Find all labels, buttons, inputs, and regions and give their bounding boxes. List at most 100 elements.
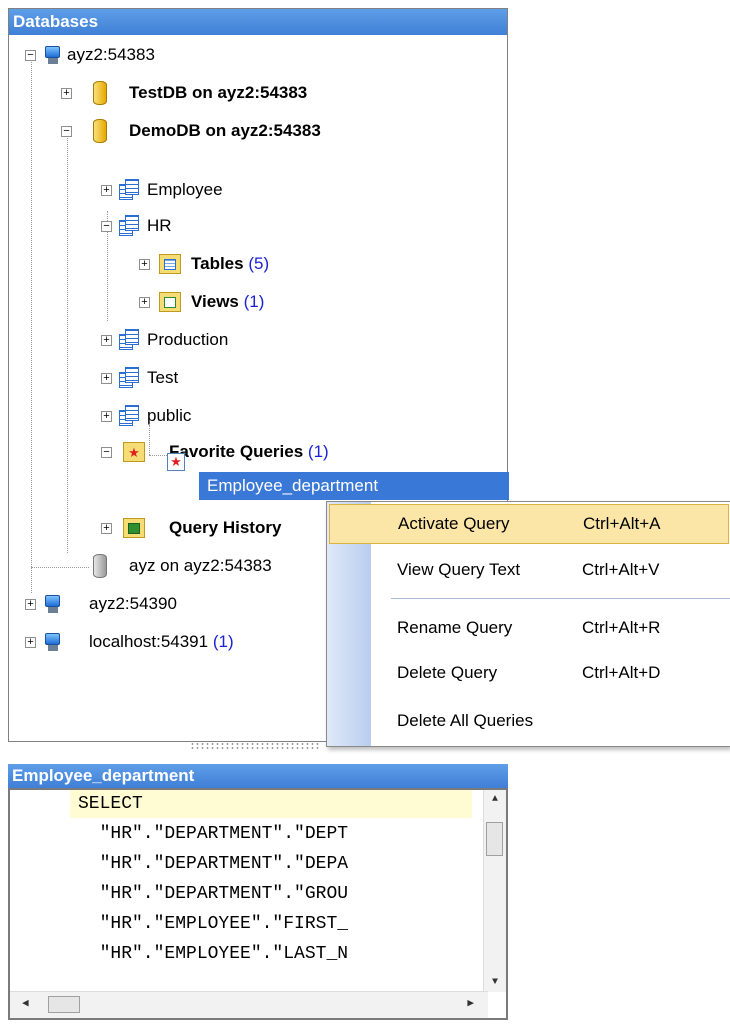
menu-item-rename-query[interactable]: Rename Query Ctrl+Alt+R bbox=[329, 608, 729, 648]
menu-item-delete-query[interactable]: Delete Query Ctrl+Alt+D bbox=[329, 653, 729, 693]
expand-icon[interactable]: + bbox=[139, 259, 150, 270]
horizontal-scrollbar[interactable]: ◀ ▶ bbox=[10, 991, 488, 1018]
tree-node-count: (1) bbox=[307, 442, 329, 461]
server-icon bbox=[43, 44, 61, 66]
expand-icon[interactable]: + bbox=[139, 297, 150, 308]
schema-icon bbox=[119, 179, 141, 201]
sql-line: "HR"."DEPARTMENT"."DEPT bbox=[78, 824, 349, 844]
sql-line: SELECT bbox=[78, 794, 143, 814]
menu-item-shortcut: Ctrl+Alt+V bbox=[582, 560, 660, 579]
tree-node-server-ayz2-54383[interactable]: − ayz2:54383 bbox=[9, 40, 409, 70]
database-icon bbox=[93, 119, 107, 143]
favorites-folder-icon: ★ bbox=[123, 442, 145, 462]
menu-item-label: Delete All Queries bbox=[397, 711, 534, 730]
tree-node-label: Views bbox=[191, 292, 239, 311]
tree-node-label: Tables bbox=[191, 254, 244, 273]
database-icon bbox=[93, 81, 107, 105]
tree-node-views[interactable]: + Views (1) bbox=[9, 287, 409, 317]
sql-text-panel: Employee_department SELECT "HR"."DEPARTM… bbox=[8, 764, 508, 1025]
sql-line: "HR"."EMPLOYEE"."LAST_N bbox=[78, 944, 349, 964]
menu-item-shortcut: Ctrl+Alt+R bbox=[582, 618, 661, 637]
expand-icon[interactable]: + bbox=[61, 88, 72, 99]
tree-node-testdb[interactable]: + TestDB on ayz2:54383 bbox=[9, 78, 409, 108]
tree-node-server-localhost-54391[interactable]: + localhost:54391 (1) bbox=[9, 627, 329, 657]
panel-splitter-handle[interactable] bbox=[190, 742, 320, 750]
tree-node-schema-production[interactable]: + Production bbox=[9, 325, 409, 355]
scroll-right-arrow-icon[interactable]: ▶ bbox=[467, 996, 474, 1010]
menu-item-label: View Query Text bbox=[397, 560, 521, 579]
tree-node-label: Test bbox=[147, 368, 179, 387]
tree-node-count: (1) bbox=[243, 292, 265, 311]
tree-node-label: ayz2:54383 bbox=[67, 45, 155, 64]
menu-item-shortcut: Ctrl+Alt+D bbox=[582, 663, 661, 682]
tree-node-label: HR bbox=[147, 216, 172, 235]
tree-node-ayz-db[interactable]: ayz on ayz2:54383 bbox=[9, 551, 329, 581]
schema-icon bbox=[119, 329, 141, 351]
tree-node-schema-test[interactable]: + Test bbox=[9, 363, 409, 393]
tree-node-label: public bbox=[147, 406, 192, 425]
tree-node-label: TestDB on ayz2:54383 bbox=[129, 83, 308, 102]
expand-icon[interactable]: + bbox=[101, 373, 112, 384]
tree-node-tables[interactable]: + Tables (5) bbox=[9, 249, 409, 279]
scroll-left-arrow-icon[interactable]: ◀ bbox=[22, 996, 29, 1010]
tree-node-label: ayz2:54390 bbox=[89, 594, 177, 613]
expand-icon[interactable]: + bbox=[101, 411, 112, 422]
tree-node-demodb[interactable]: − DemoDB on ayz2:54383 bbox=[9, 116, 409, 146]
sql-line: "HR"."DEPARTMENT"."GROU bbox=[78, 884, 349, 904]
views-folder-icon bbox=[159, 292, 181, 312]
collapse-icon[interactable]: − bbox=[101, 447, 112, 458]
tree-node-label: DemoDB on ayz2:54383 bbox=[129, 121, 321, 140]
tree-node-label: Employee_department bbox=[207, 476, 379, 495]
vertical-scrollbar[interactable]: ▲ ▼ bbox=[483, 790, 506, 992]
vertical-scroll-thumb[interactable] bbox=[486, 822, 503, 856]
expand-icon[interactable]: + bbox=[101, 335, 112, 346]
scroll-down-arrow-icon[interactable]: ▼ bbox=[484, 977, 506, 988]
sql-editor[interactable]: SELECT "HR"."DEPARTMENT"."DEPT "HR"."DEP… bbox=[8, 788, 508, 1020]
tree-node-label: localhost:54391 bbox=[89, 632, 209, 651]
favorite-query-icon: ★ bbox=[167, 453, 185, 471]
menu-item-label: Delete Query bbox=[397, 663, 498, 682]
schema-icon bbox=[119, 405, 141, 427]
horizontal-scroll-thumb[interactable] bbox=[48, 996, 80, 1013]
history-folder-icon bbox=[123, 518, 145, 538]
tree-node-label: Employee bbox=[147, 180, 223, 199]
schema-icon bbox=[119, 215, 141, 237]
sql-line: "HR"."DEPARTMENT"."DEPA bbox=[78, 854, 349, 874]
expand-icon[interactable]: + bbox=[101, 185, 112, 196]
expand-icon[interactable]: + bbox=[25, 599, 36, 610]
tree-node-schema-employee[interactable]: + Employee bbox=[9, 175, 409, 205]
tree-node-label: ayz on ayz2:54383 bbox=[129, 556, 272, 575]
server-icon bbox=[43, 593, 61, 615]
menu-item-view-query-text[interactable]: View Query Text Ctrl+Alt+V bbox=[329, 550, 729, 590]
menu-item-label: Activate Query bbox=[398, 514, 510, 533]
expand-icon[interactable]: + bbox=[101, 523, 112, 534]
schema-icon bbox=[119, 367, 141, 389]
menu-item-activate-query[interactable]: Activate Query Ctrl+Alt+A bbox=[329, 504, 729, 544]
tree-node-count: (1) bbox=[212, 632, 234, 651]
tree-node-server-ayz2-54390[interactable]: + ayz2:54390 bbox=[9, 589, 329, 619]
tree-node-employee-department[interactable]: Employee_department bbox=[199, 472, 509, 500]
tree-node-label: Favorite Queries bbox=[169, 442, 304, 461]
scroll-up-arrow-icon[interactable]: ▲ bbox=[484, 794, 506, 805]
sql-panel-title: Employee_department bbox=[8, 764, 508, 788]
expand-icon[interactable]: + bbox=[25, 637, 36, 648]
menu-item-delete-all-queries[interactable]: Delete All Queries bbox=[329, 701, 729, 741]
menu-item-label: Rename Query bbox=[397, 618, 513, 637]
tree-node-count: (5) bbox=[248, 254, 270, 273]
tables-folder-icon bbox=[159, 254, 181, 274]
context-menu: Activate Query Ctrl+Alt+A View Query Tex… bbox=[326, 501, 730, 747]
tree-node-schema-hr[interactable]: − HR bbox=[9, 211, 409, 241]
database-offline-icon bbox=[93, 554, 107, 578]
sql-line: "HR"."EMPLOYEE"."FIRST_ bbox=[78, 914, 349, 934]
tree-node-favorite-queries[interactable]: − ★ Favorite Queries (1) bbox=[9, 437, 409, 467]
collapse-icon[interactable]: − bbox=[101, 221, 112, 232]
menu-item-shortcut: Ctrl+Alt+A bbox=[583, 514, 661, 533]
collapse-icon[interactable]: − bbox=[25, 50, 36, 61]
tree-node-schema-public[interactable]: + public bbox=[9, 401, 409, 431]
menu-separator bbox=[391, 598, 730, 599]
collapse-icon[interactable]: − bbox=[61, 126, 72, 137]
databases-panel-title: Databases bbox=[9, 9, 507, 35]
tree-node-label: Production bbox=[147, 330, 229, 349]
server-icon bbox=[43, 631, 61, 653]
tree-node-query-history[interactable]: + Query History bbox=[9, 513, 329, 543]
